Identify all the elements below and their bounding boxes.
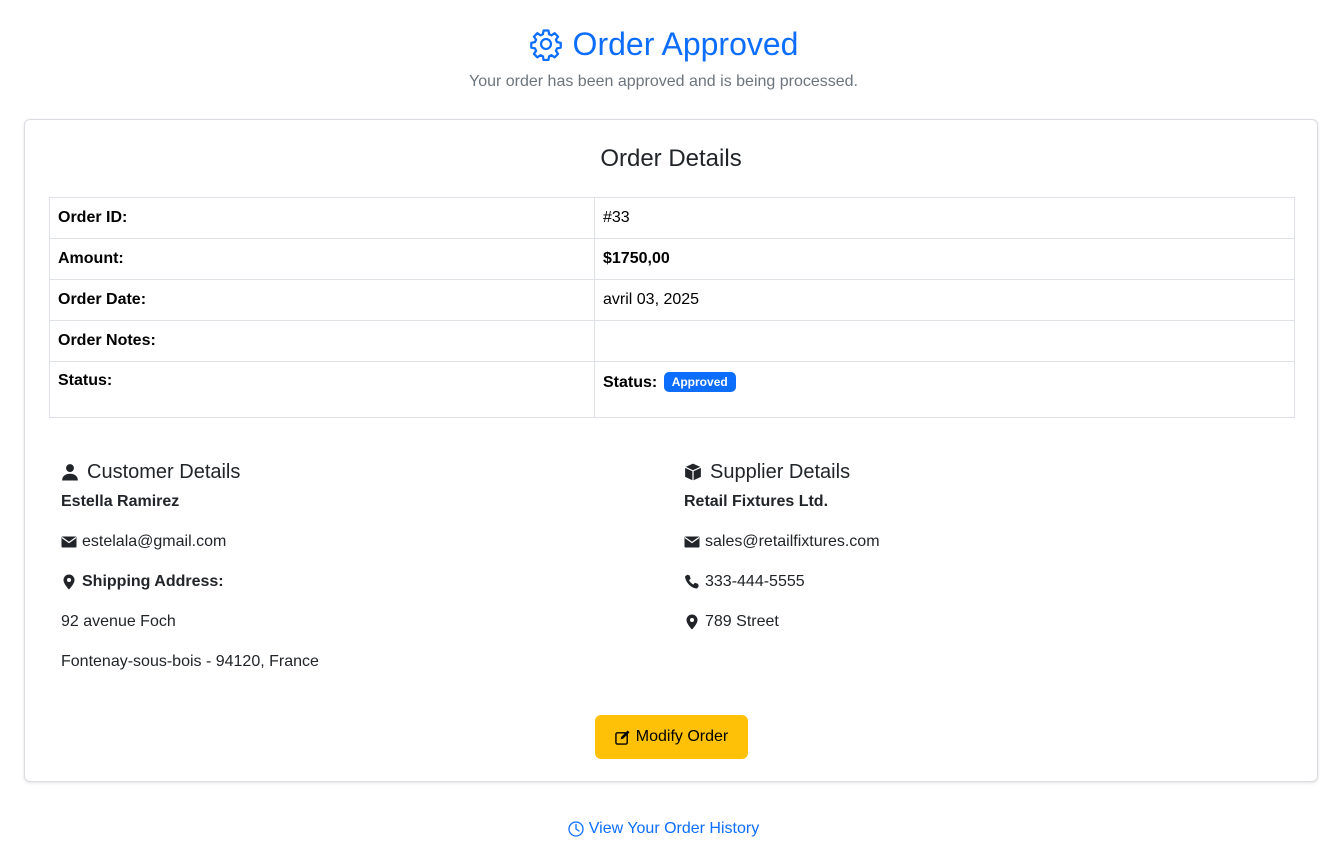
status-cell: Status: Approved (594, 361, 1295, 418)
shipping-label-text: Shipping Address: (82, 573, 224, 590)
customer-email-line: estelala@gmail.com (61, 532, 226, 552)
row-label: Status: (49, 361, 595, 418)
amount-value: $1750,00 (594, 238, 1295, 280)
supplier-heading-text: Supplier Details (710, 461, 851, 483)
address-line-1: 92 avenue Foch (61, 613, 176, 630)
supplier-phone: 333-444-5555 (705, 573, 805, 590)
row-label: Order Date: (49, 279, 595, 321)
modify-order-button[interactable]: Modify Order (595, 715, 748, 759)
order-details-card: Order Details Order ID: #33 Amount: $175… (24, 119, 1318, 782)
customer-heading-text: Customer Details (87, 461, 241, 483)
page-title-text: Order Approved (572, 26, 799, 62)
supplier-name: Retail Fixtures Ltd. (684, 493, 829, 510)
table-row: Order ID: #33 (49, 197, 1295, 239)
modify-order-label: Modify Order (635, 728, 729, 745)
row-label: Amount: (49, 238, 595, 280)
supplier-email-line: sales@retailfixtures.com (684, 532, 880, 552)
row-label: Order ID: (49, 197, 595, 239)
table-row: Status: Status: Approved (49, 361, 1295, 418)
supplier-details: Supplier Details Retail Fixtures Ltd. sa… (684, 458, 1264, 630)
customer-email: estelala@gmail.com (82, 533, 227, 550)
table-row: Order Notes: (49, 320, 1295, 362)
supplier-email: sales@retailfixtures.com (705, 533, 880, 550)
gear-icon (529, 27, 563, 61)
order-history-link[interactable]: View Your Order History (0, 818, 1327, 840)
order-details-table: Order ID: #33 Amount: $1750,00 Order Dat… (49, 197, 1295, 418)
supplier-address: 789 Street (705, 613, 779, 630)
box-icon (684, 463, 702, 481)
supplier-phone-line: 333-444-5555 (684, 572, 805, 592)
envelope-icon (61, 534, 77, 550)
clock-icon (568, 821, 584, 837)
phone-icon (684, 574, 700, 590)
card-title: Order Details (600, 145, 742, 172)
customer-name: Estella Ramirez (61, 493, 180, 510)
row-label: Order Notes: (49, 320, 595, 362)
table-row: Order Date: avril 03, 2025 (49, 279, 1295, 321)
customer-details-heading: Customer Details (61, 458, 641, 486)
order-date-value: avril 03, 2025 (594, 279, 1295, 321)
order-notes-value (594, 320, 1295, 362)
shipping-address-label: Shipping Address: (61, 572, 224, 592)
order-history-label: View Your Order History (588, 820, 760, 837)
page-subtitle: Your order has been approved and is bein… (468, 73, 858, 90)
edit-icon (615, 729, 630, 745)
supplier-address-line: 789 Street (684, 612, 779, 632)
page-title: Order Approved (0, 24, 1327, 64)
map-pin-icon (684, 614, 700, 630)
address-line-2: Fontenay-sous-bois - 94120, France (61, 653, 319, 670)
envelope-icon (684, 534, 700, 550)
status-badge: Approved (663, 372, 736, 392)
user-icon (61, 463, 79, 481)
status-inline-label: Status: (603, 374, 658, 391)
order-id-value: #33 (594, 197, 1295, 239)
table-row: Amount: $1750,00 (49, 238, 1295, 280)
supplier-details-heading: Supplier Details (684, 458, 1264, 486)
map-pin-icon (61, 574, 77, 590)
customer-details: Customer Details Estella Ramirez estelal… (61, 458, 641, 670)
